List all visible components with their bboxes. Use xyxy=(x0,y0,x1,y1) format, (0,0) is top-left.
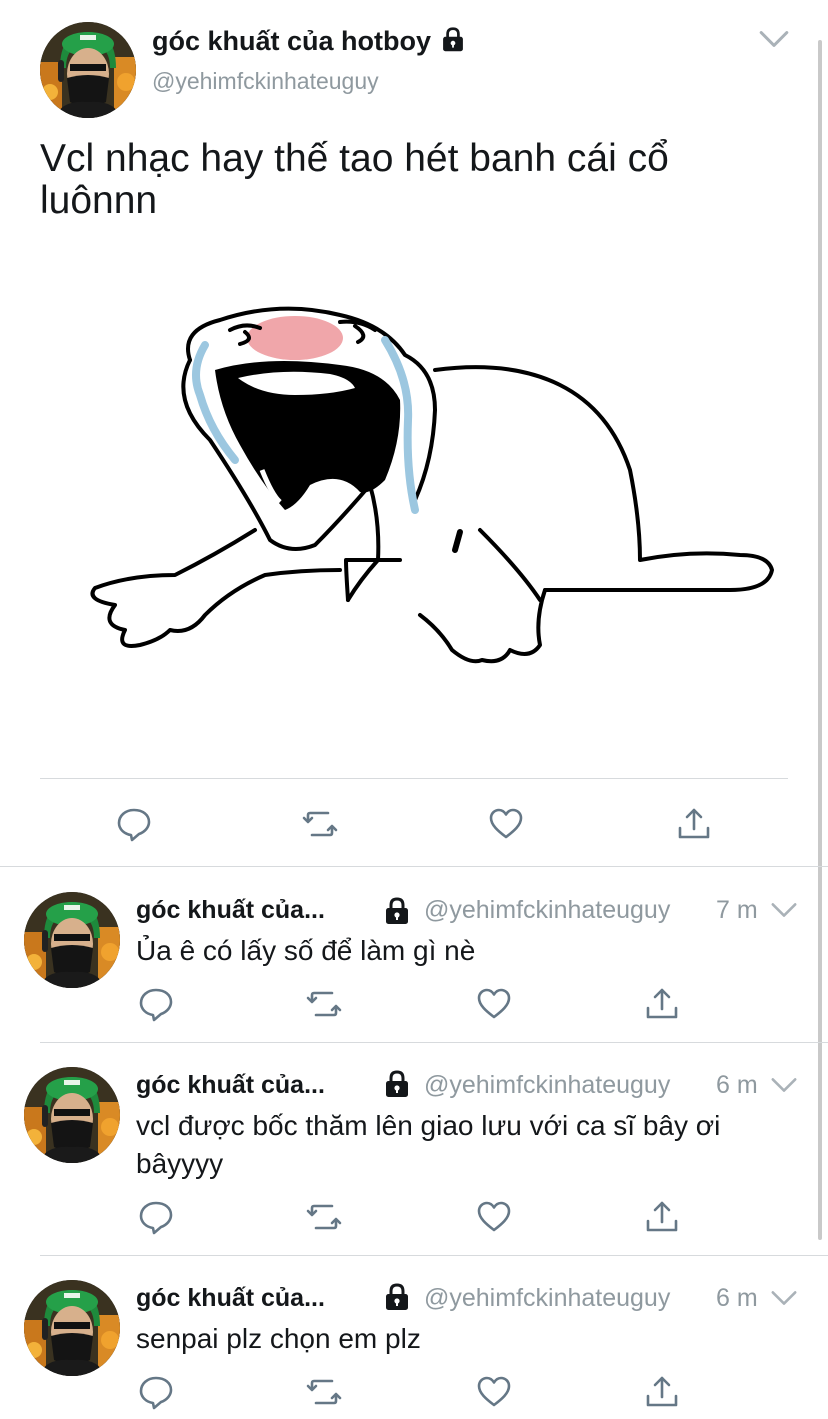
divider xyxy=(0,866,828,867)
author-name-text[interactable]: góc khuất của hotboy xyxy=(152,26,431,56)
tweet-text: Ủa ê có lấy số để làm gì nè xyxy=(136,935,476,966)
reply-icon[interactable] xyxy=(138,1374,174,1410)
like-icon[interactable] xyxy=(476,986,512,1022)
chevron-down-icon[interactable] xyxy=(770,1075,798,1095)
main-tweet: góc khuất của hotboy @yehimfckinhateuguy… xyxy=(0,0,828,868)
author-handle[interactable]: @yehimfckinhateuguy xyxy=(152,68,379,95)
reply-icon[interactable] xyxy=(138,986,174,1022)
share-icon[interactable] xyxy=(644,1374,680,1410)
lock-icon xyxy=(441,26,465,53)
share-icon[interactable] xyxy=(676,806,712,842)
divider xyxy=(40,1255,828,1256)
chevron-down-icon[interactable] xyxy=(758,28,790,50)
lock-icon xyxy=(384,896,410,926)
retweet-icon[interactable] xyxy=(302,806,338,842)
chevron-down-icon[interactable] xyxy=(770,900,798,920)
timestamp: 6 m xyxy=(716,1071,758,1099)
author-handle[interactable]: @yehimfckinhateuguy xyxy=(424,896,670,925)
author-name[interactable]: góc khuất của... xyxy=(136,1284,325,1313)
tweet-text: senpai plz chọn em plz xyxy=(136,1323,421,1354)
retweet-icon[interactable] xyxy=(306,986,342,1022)
retweet-icon[interactable] xyxy=(306,1374,342,1410)
timestamp: 6 m xyxy=(716,1284,758,1312)
retweet-icon[interactable] xyxy=(306,1199,342,1235)
reply-icon[interactable] xyxy=(138,1199,174,1235)
author-name[interactable]: góc khuất của... xyxy=(136,896,325,925)
meme-image[interactable] xyxy=(40,270,788,740)
divider xyxy=(40,778,788,779)
share-icon[interactable] xyxy=(644,1199,680,1235)
like-icon[interactable] xyxy=(488,806,524,842)
author-handle[interactable]: @yehimfckinhateuguy xyxy=(424,1284,670,1313)
tweet-text: Vcl nhạc hay thế tao hét banh cái cổ luô… xyxy=(40,137,669,222)
like-icon[interactable] xyxy=(476,1199,512,1235)
author-handle[interactable]: @yehimfckinhateuguy xyxy=(424,1071,670,1100)
chevron-down-icon[interactable] xyxy=(770,1288,798,1308)
like-icon[interactable] xyxy=(476,1374,512,1410)
share-icon[interactable] xyxy=(644,986,680,1022)
lock-icon xyxy=(384,1282,410,1312)
avatar[interactable] xyxy=(40,22,136,118)
avatar[interactable] xyxy=(24,892,120,988)
author-name[interactable]: góc khuất của hotboy xyxy=(152,26,465,57)
timestamp: 7 m xyxy=(716,896,758,924)
avatar[interactable] xyxy=(24,1280,120,1376)
reply-icon[interactable] xyxy=(116,806,152,842)
author-name[interactable]: góc khuất của... xyxy=(136,1071,325,1100)
lock-icon xyxy=(384,1069,410,1099)
avatar[interactable] xyxy=(24,1067,120,1163)
divider xyxy=(40,1042,828,1043)
tweet-text: vcl được bốc thăm lên giao lưu với ca sĩ… xyxy=(136,1110,721,1179)
